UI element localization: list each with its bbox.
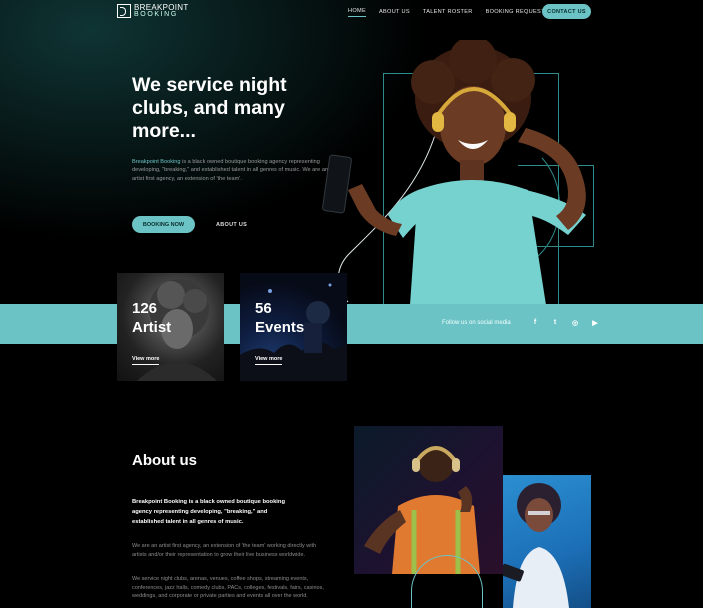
about-paragraph-1: We are an artist first agency, an extens… xyxy=(132,543,317,558)
hero-woman-image xyxy=(322,40,586,305)
woman-blue-illustration xyxy=(503,483,569,608)
artist-label: Artist xyxy=(132,319,172,336)
about-title: About us xyxy=(132,452,197,469)
hero-title: We service night clubs, and many more... xyxy=(132,74,287,142)
twitter-icon[interactable]: t xyxy=(551,319,559,327)
youtube-icon[interactable]: ▶ xyxy=(591,319,599,327)
logo-line2: BOOKING xyxy=(134,11,178,18)
logo-text: BREAKPOINT BOOKING xyxy=(134,3,189,19)
booking-now-button[interactable]: BOOKING NOW xyxy=(132,216,195,233)
nav-about-us[interactable]: ABOUT US xyxy=(379,9,410,17)
artist-count: 126 xyxy=(132,300,158,317)
about-lead: Breakpoint Booking is a black owned bout… xyxy=(132,499,285,525)
artist-view-more-link[interactable]: View more xyxy=(132,356,160,365)
main-nav: HOME ABOUT US TALENT ROSTER BOOKING REQU… xyxy=(348,8,545,17)
nav-talent-roster[interactable]: TALENT ROSTER xyxy=(423,9,473,17)
logo-line1: BREAKPOINT xyxy=(134,3,189,12)
logo[interactable]: BREAKPOINT BOOKING xyxy=(117,4,189,18)
hero-brand-highlight: Breakpoint Booking xyxy=(132,159,181,165)
follow-us-text: Follow us on social media xyxy=(442,320,511,326)
about-paragraph-2: We service night clubs, arenas, venues, … xyxy=(132,576,324,600)
nav-home[interactable]: HOME xyxy=(348,8,366,17)
events-stat-card[interactable]: 56 Events View more xyxy=(240,273,347,381)
hero-description: Breakpoint Booking is a black owned bout… xyxy=(132,158,332,183)
about-us-link[interactable]: ABOUT US xyxy=(216,222,247,228)
events-view-more-link[interactable]: View more xyxy=(255,356,283,365)
logo-mark-icon xyxy=(117,4,131,18)
contact-us-button[interactable]: CONTACT US xyxy=(542,4,591,19)
facebook-icon[interactable]: f xyxy=(531,319,539,327)
events-label: Events xyxy=(255,319,305,336)
man-headphones-illustration xyxy=(364,446,480,574)
about-photo-man xyxy=(354,426,503,574)
social-links: f t ◎ ▶ xyxy=(531,319,599,327)
instagram-icon[interactable]: ◎ xyxy=(571,319,579,327)
page: BREAKPOINT BOOKING HOME ABOUT US TALENT … xyxy=(0,0,703,608)
artist-stat-card[interactable]: 126 Artist View more xyxy=(117,273,224,381)
about-photo-woman xyxy=(503,475,591,608)
events-count: 56 xyxy=(255,300,272,317)
nav-booking-request[interactable]: BOOKING REQUEST xyxy=(486,9,545,17)
